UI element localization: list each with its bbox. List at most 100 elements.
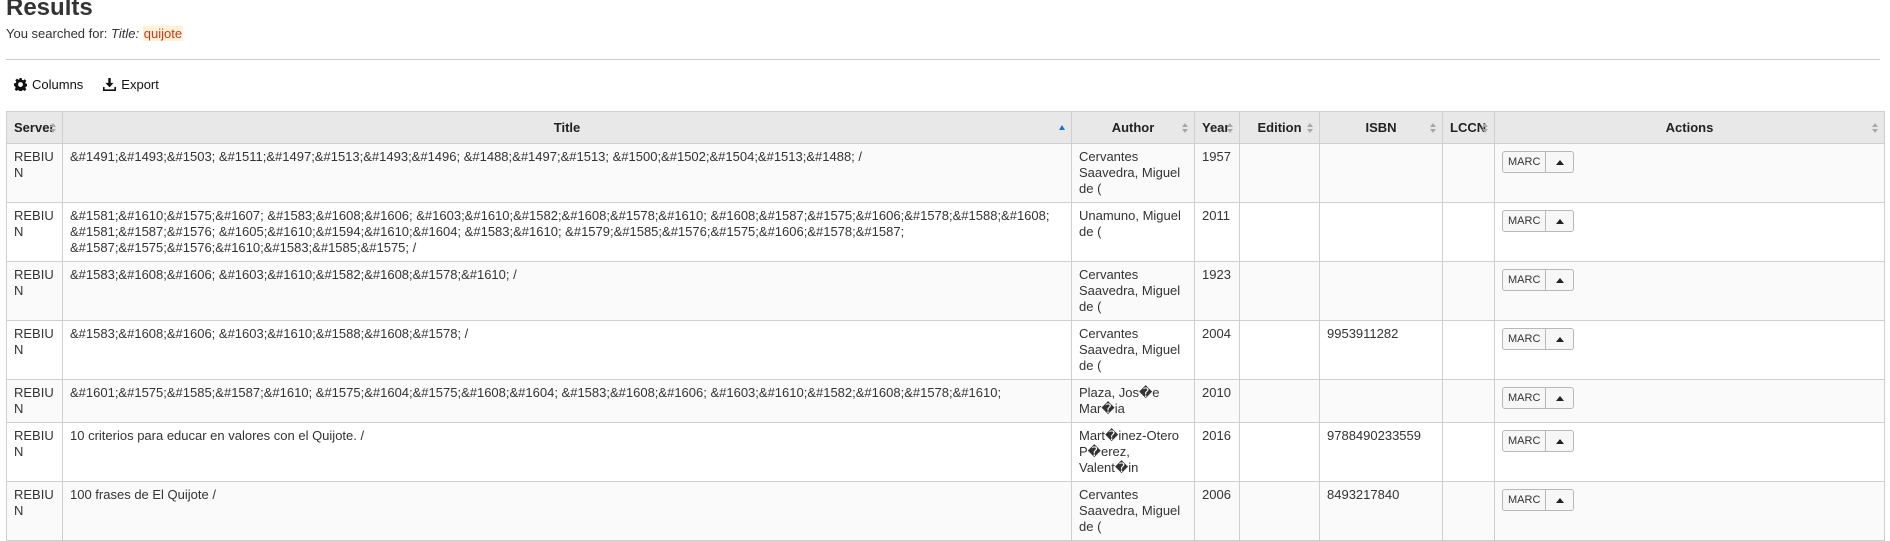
marc-button[interactable]: MARC: [1502, 387, 1547, 409]
columns-button[interactable]: Columns: [14, 77, 83, 92]
cell-title: &#1601;&#1575;&#1585;&#1587;&#1610; &#15…: [62, 379, 1072, 423]
divider: [6, 59, 1880, 60]
cell-author: Plaza, Jos�e Mar�ia: [1071, 379, 1195, 423]
table-row: REBIUN 10 criterios para educar en valore…: [6, 422, 1885, 482]
cell-lccn: [1442, 320, 1495, 380]
searched-term: quijote: [142, 26, 184, 41]
cell-year: 2011: [1194, 202, 1240, 262]
cell-edition: [1239, 261, 1320, 321]
header-label: Author: [1111, 120, 1155, 135]
export-button[interactable]: Export: [103, 77, 159, 92]
sort-icon: [1227, 122, 1233, 133]
actions-dropdown-button[interactable]: [1546, 328, 1575, 350]
actions-dropdown-button[interactable]: [1546, 489, 1575, 511]
actions-dropdown-button[interactable]: [1546, 210, 1575, 232]
actions-dropdown-button[interactable]: [1546, 387, 1575, 409]
sort-icon: [50, 122, 56, 133]
marc-button[interactable]: MARC: [1502, 269, 1547, 291]
cell-edition: [1239, 320, 1320, 380]
cell-edition: [1239, 481, 1320, 541]
search-summary: You searched for: Title: quijote: [6, 26, 184, 41]
cell-server: REBIUN: [6, 143, 63, 203]
searched-field-label: Title:: [111, 26, 140, 41]
caret-up-icon: [1555, 497, 1564, 503]
searched-prefix: You searched for:: [6, 26, 112, 41]
sort-icon: [1430, 122, 1436, 133]
cell-title: &#1583;&#1608;&#1606; &#1603;&#1610;&#15…: [62, 261, 1072, 321]
cell-year: 1957: [1194, 143, 1240, 203]
cell-isbn: [1319, 143, 1443, 203]
cell-lccn: [1442, 261, 1495, 321]
cell-year: 2016: [1194, 422, 1240, 482]
cell-server: REBIUN: [6, 261, 63, 321]
caret-up-icon: [1555, 218, 1564, 224]
cell-edition: [1239, 143, 1320, 203]
cell-title: &#1583;&#1608;&#1606; &#1603;&#1610;&#15…: [62, 320, 1072, 380]
marc-button[interactable]: MARC: [1502, 210, 1547, 232]
sort-icon: [1307, 122, 1313, 133]
cell-author: Cervantes Saavedra, Miguel de (: [1071, 481, 1195, 541]
marc-button[interactable]: MARC: [1502, 151, 1547, 173]
cell-title: &#1491;&#1493;&#1503; &#1511;&#1497;&#15…: [62, 143, 1072, 203]
results-body: REBIUN &#1491;&#1493;&#1503; &#1511;&#149…: [6, 143, 1885, 541]
marc-button[interactable]: MARC: [1502, 430, 1547, 452]
cell-edition: [1239, 422, 1320, 482]
actions-dropdown-button[interactable]: [1546, 430, 1575, 452]
cell-author: Cervantes Saavedra, Miguel de (: [1071, 320, 1195, 380]
header-label: Year: [1202, 120, 1230, 135]
cell-actions: MARC: [1494, 379, 1885, 423]
caret-up-icon: [1555, 277, 1564, 283]
cell-title: 100 frases de El Quijote /: [62, 481, 1072, 541]
actions-group: MARC: [1502, 269, 1877, 291]
cell-isbn: [1319, 261, 1443, 321]
cell-title: &#1581;&#1610;&#1575;&#1607; &#1583;&#16…: [62, 202, 1072, 262]
cell-lccn: [1442, 379, 1495, 423]
column-header-server[interactable]: Server: [6, 111, 63, 144]
cell-isbn: 9788490233559: [1319, 422, 1443, 482]
sort-icon: [1182, 122, 1188, 133]
cell-year: 2006: [1194, 481, 1240, 541]
actions-group: MARC: [1502, 210, 1877, 232]
table-header-row: Server Title Author Year Edition ISBN LC…: [6, 111, 1885, 144]
column-header-author[interactable]: Author: [1071, 111, 1195, 144]
caret-up-icon: [1555, 438, 1564, 444]
column-header-edition[interactable]: Edition: [1239, 111, 1320, 144]
marc-button[interactable]: MARC: [1502, 489, 1547, 511]
header-label: LCCN: [1450, 120, 1487, 135]
column-header-actions[interactable]: Actions: [1494, 111, 1885, 144]
cell-lccn: [1442, 143, 1495, 203]
cell-author: Unamuno, Miguel de (: [1071, 202, 1195, 262]
table-row: REBIUN &#1583;&#1608;&#1606; &#1603;&#161…: [6, 261, 1885, 321]
table-row: REBIUN &#1601;&#1575;&#1585;&#1587;&#1610…: [6, 379, 1885, 423]
cell-isbn: [1319, 379, 1443, 423]
table-row: REBIUN &#1491;&#1493;&#1503; &#1511;&#149…: [6, 143, 1885, 203]
header-label: ISBN: [1365, 120, 1397, 135]
column-header-isbn[interactable]: ISBN: [1319, 111, 1443, 144]
column-header-title[interactable]: Title: [62, 111, 1072, 144]
header-label: Title: [553, 120, 581, 135]
table-row: REBIUN &#1581;&#1610;&#1575;&#1607; &#158…: [6, 202, 1885, 262]
actions-dropdown-button[interactable]: [1546, 151, 1575, 173]
cell-actions: MARC: [1494, 202, 1885, 262]
actions-dropdown-button[interactable]: [1546, 269, 1575, 291]
export-label: Export: [121, 77, 159, 92]
cell-edition: [1239, 379, 1320, 423]
cell-isbn: [1319, 202, 1443, 262]
results-table: Server Title Author Year Edition ISBN LC…: [6, 111, 1885, 541]
column-header-year[interactable]: Year: [1194, 111, 1240, 144]
cell-edition: [1239, 202, 1320, 262]
actions-group: MARC: [1502, 489, 1877, 511]
caret-up-icon: [1555, 395, 1564, 401]
cell-server: REBIUN: [6, 379, 63, 423]
actions-group: MARC: [1502, 387, 1877, 409]
cell-author: Mart�inez-Otero P�erez, Valent�in: [1071, 422, 1195, 482]
table-row: REBIUN 100 frases de El Quijote / Cervante…: [6, 481, 1885, 541]
columns-label: Columns: [32, 77, 84, 92]
sort-icon: [1482, 122, 1488, 133]
marc-button[interactable]: MARC: [1502, 328, 1547, 350]
cell-server: REBIUN: [6, 202, 63, 262]
sort-ascending-icon: [1059, 124, 1065, 130]
cell-actions: MARC: [1494, 481, 1885, 541]
cell-isbn: 9953911282: [1319, 320, 1443, 380]
column-header-lccn[interactable]: LCCN: [1442, 111, 1495, 144]
